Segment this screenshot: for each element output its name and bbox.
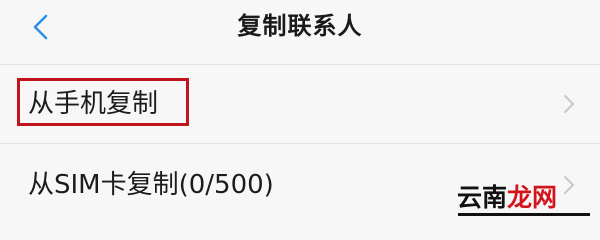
page-title: 复制联系人 — [237, 12, 363, 40]
watermark-logo: 云南 龙网 — [457, 181, 557, 215]
watermark-text-red: 龙网 — [507, 183, 558, 212]
highlight-annotation-box — [17, 78, 189, 126]
watermark-text-black: 云南 — [457, 183, 508, 212]
watermark-underline — [458, 213, 590, 216]
header-bar: 复制联系人 — [0, 0, 600, 56]
chevron-right-icon — [564, 95, 574, 113]
copy-from-sim-label: 从SIM卡复制(0/500) — [28, 170, 274, 200]
chevron-right-icon — [564, 176, 574, 194]
